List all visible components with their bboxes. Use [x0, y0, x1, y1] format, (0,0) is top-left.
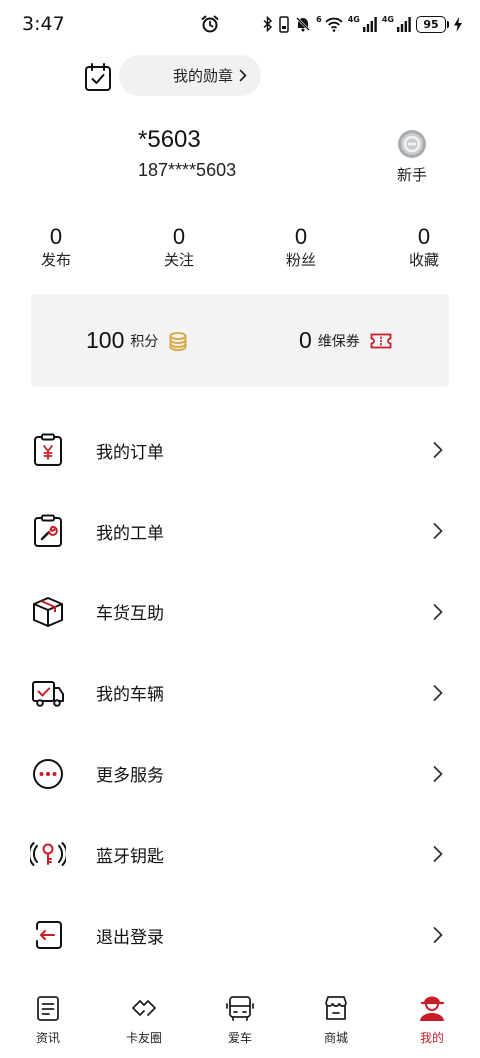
- menu-label: 车货互助: [96, 604, 164, 625]
- stat-label: 发布: [40, 251, 71, 269]
- points-score[interactable]: 100 积分: [86, 294, 188, 387]
- community-icon: [132, 1000, 156, 1016]
- bottom-navigation: 资讯 卡友圈 爱车 商城 我的: [0, 985, 480, 1058]
- network-label: 4G: [381, 14, 394, 24]
- more-dots-icon: [33, 758, 63, 789]
- truck-icon: [32, 680, 64, 707]
- stat-followers[interactable]: 0 粉丝: [261, 224, 341, 270]
- nav-label: 资讯: [35, 1031, 60, 1045]
- stat-posts[interactable]: 0 发布: [16, 224, 96, 270]
- menu-label: 我的车辆: [96, 685, 164, 706]
- stat-label: 关注: [163, 251, 194, 269]
- chevron-right-icon: [239, 69, 247, 82]
- battery-indicator: 95: [416, 15, 449, 33]
- car-icon: [226, 996, 254, 1021]
- vibrate-status-icon: [279, 15, 289, 33]
- wifi-icon: [325, 17, 343, 32]
- stat-value: 0: [417, 224, 431, 249]
- points-value: 100: [86, 327, 125, 353]
- my-medals-label: 我的勋章: [172, 67, 233, 85]
- user-phone: 187****5603: [138, 160, 237, 180]
- stat-label: 粉丝: [285, 251, 316, 269]
- coupon-label: 维保券: [317, 333, 360, 350]
- cell-signal-icon: [397, 16, 411, 32]
- bluetooth-key-icon: [30, 842, 66, 867]
- network-label: 6: [316, 14, 322, 24]
- points-coupon[interactable]: 0 维保券: [299, 294, 392, 387]
- profile-icon: [420, 996, 445, 1021]
- store-icon: [325, 996, 347, 1020]
- menu-list: 我的订单 我的工单 车货互助 我的车辆 更多服务 蓝牙钥匙 退出登录: [0, 410, 480, 976]
- menu-item-cargo-help[interactable]: 车货互助: [0, 572, 480, 653]
- nav-tab-my-car[interactable]: 爱车: [205, 993, 275, 1046]
- coupon-ticket-icon: [370, 333, 392, 348]
- battery-level: 95: [416, 15, 446, 33]
- alarm-clock-icon: [201, 15, 219, 33]
- menu-item-my-vehicles[interactable]: 我的车辆: [0, 652, 480, 733]
- menu-label: 我的订单: [96, 442, 164, 463]
- logout-icon: [36, 921, 62, 950]
- stat-label: 收藏: [408, 251, 439, 269]
- menu-label: 我的工单: [96, 523, 164, 544]
- charging-bolt-icon: [454, 16, 462, 32]
- level-label[interactable]: 新手: [378, 164, 446, 185]
- mute-bell-icon: [296, 17, 310, 32]
- order-clipboard-icon: [34, 433, 62, 467]
- nav-label: 卡友圈: [125, 1031, 162, 1045]
- chevron-right-icon: [433, 846, 443, 863]
- nav-tab-news[interactable]: 资讯: [13, 993, 83, 1046]
- status-bar: 3:47 6 4G 4G 95: [0, 0, 480, 50]
- chevron-right-icon: [433, 927, 443, 944]
- chevron-right-icon: [433, 523, 443, 540]
- network-label: 4G: [347, 14, 360, 24]
- menu-label: 蓝牙钥匙: [96, 846, 164, 867]
- coins-icon: [169, 331, 187, 351]
- chevron-right-icon: [433, 604, 443, 620]
- bluetooth-status-icon: [263, 16, 273, 32]
- points-card: 100 积分 0 维保券: [31, 294, 449, 387]
- nav-tab-community[interactable]: 卡友圈: [109, 993, 179, 1046]
- points-label: 积分: [130, 333, 159, 350]
- nav-label: 我的: [419, 1031, 444, 1045]
- user-name: *5603: [138, 126, 201, 153]
- menu-item-my-orders[interactable]: 我的订单: [0, 410, 480, 491]
- check-in-calendar-icon[interactable]: [84, 62, 112, 92]
- coupon-value: 0: [299, 327, 312, 353]
- menu-item-bluetooth-key[interactable]: 蓝牙钥匙: [0, 814, 480, 895]
- nav-tab-mine[interactable]: 我的: [397, 993, 467, 1046]
- news-icon: [37, 996, 59, 1021]
- nav-tab-store[interactable]: 商城: [301, 993, 371, 1046]
- status-indicators: 6 4G 4G 95: [263, 13, 462, 35]
- my-medals-button[interactable]: 我的勋章: [119, 55, 261, 96]
- cargo-box-icon: [33, 596, 63, 627]
- chevron-right-icon: [433, 684, 443, 701]
- status-time: 3:47: [22, 13, 65, 35]
- work-order-wrench-icon: [34, 514, 62, 548]
- stat-value: 0: [294, 224, 308, 249]
- stats-row: 0 发布 0 关注 0 粉丝 0 收藏: [0, 224, 480, 274]
- stat-value: 0: [49, 224, 63, 249]
- menu-item-more-services[interactable]: 更多服务: [0, 733, 480, 814]
- nav-label: 商城: [323, 1031, 348, 1045]
- menu-label: 退出登录: [96, 927, 164, 948]
- nav-label: 爱车: [227, 1031, 252, 1045]
- menu-item-work-orders[interactable]: 我的工单: [0, 491, 480, 572]
- cell-signal-icon: [362, 16, 377, 32]
- stat-favorites[interactable]: 0 收藏: [384, 224, 464, 270]
- level-badge-icon[interactable]: [397, 129, 427, 159]
- chevron-right-icon: [433, 765, 443, 782]
- stat-value: 0: [172, 224, 186, 249]
- stat-following[interactable]: 0 关注: [139, 224, 219, 270]
- menu-item-logout[interactable]: 退出登录: [0, 895, 480, 976]
- chevron-right-icon: [433, 442, 443, 459]
- menu-label: 更多服务: [96, 766, 164, 787]
